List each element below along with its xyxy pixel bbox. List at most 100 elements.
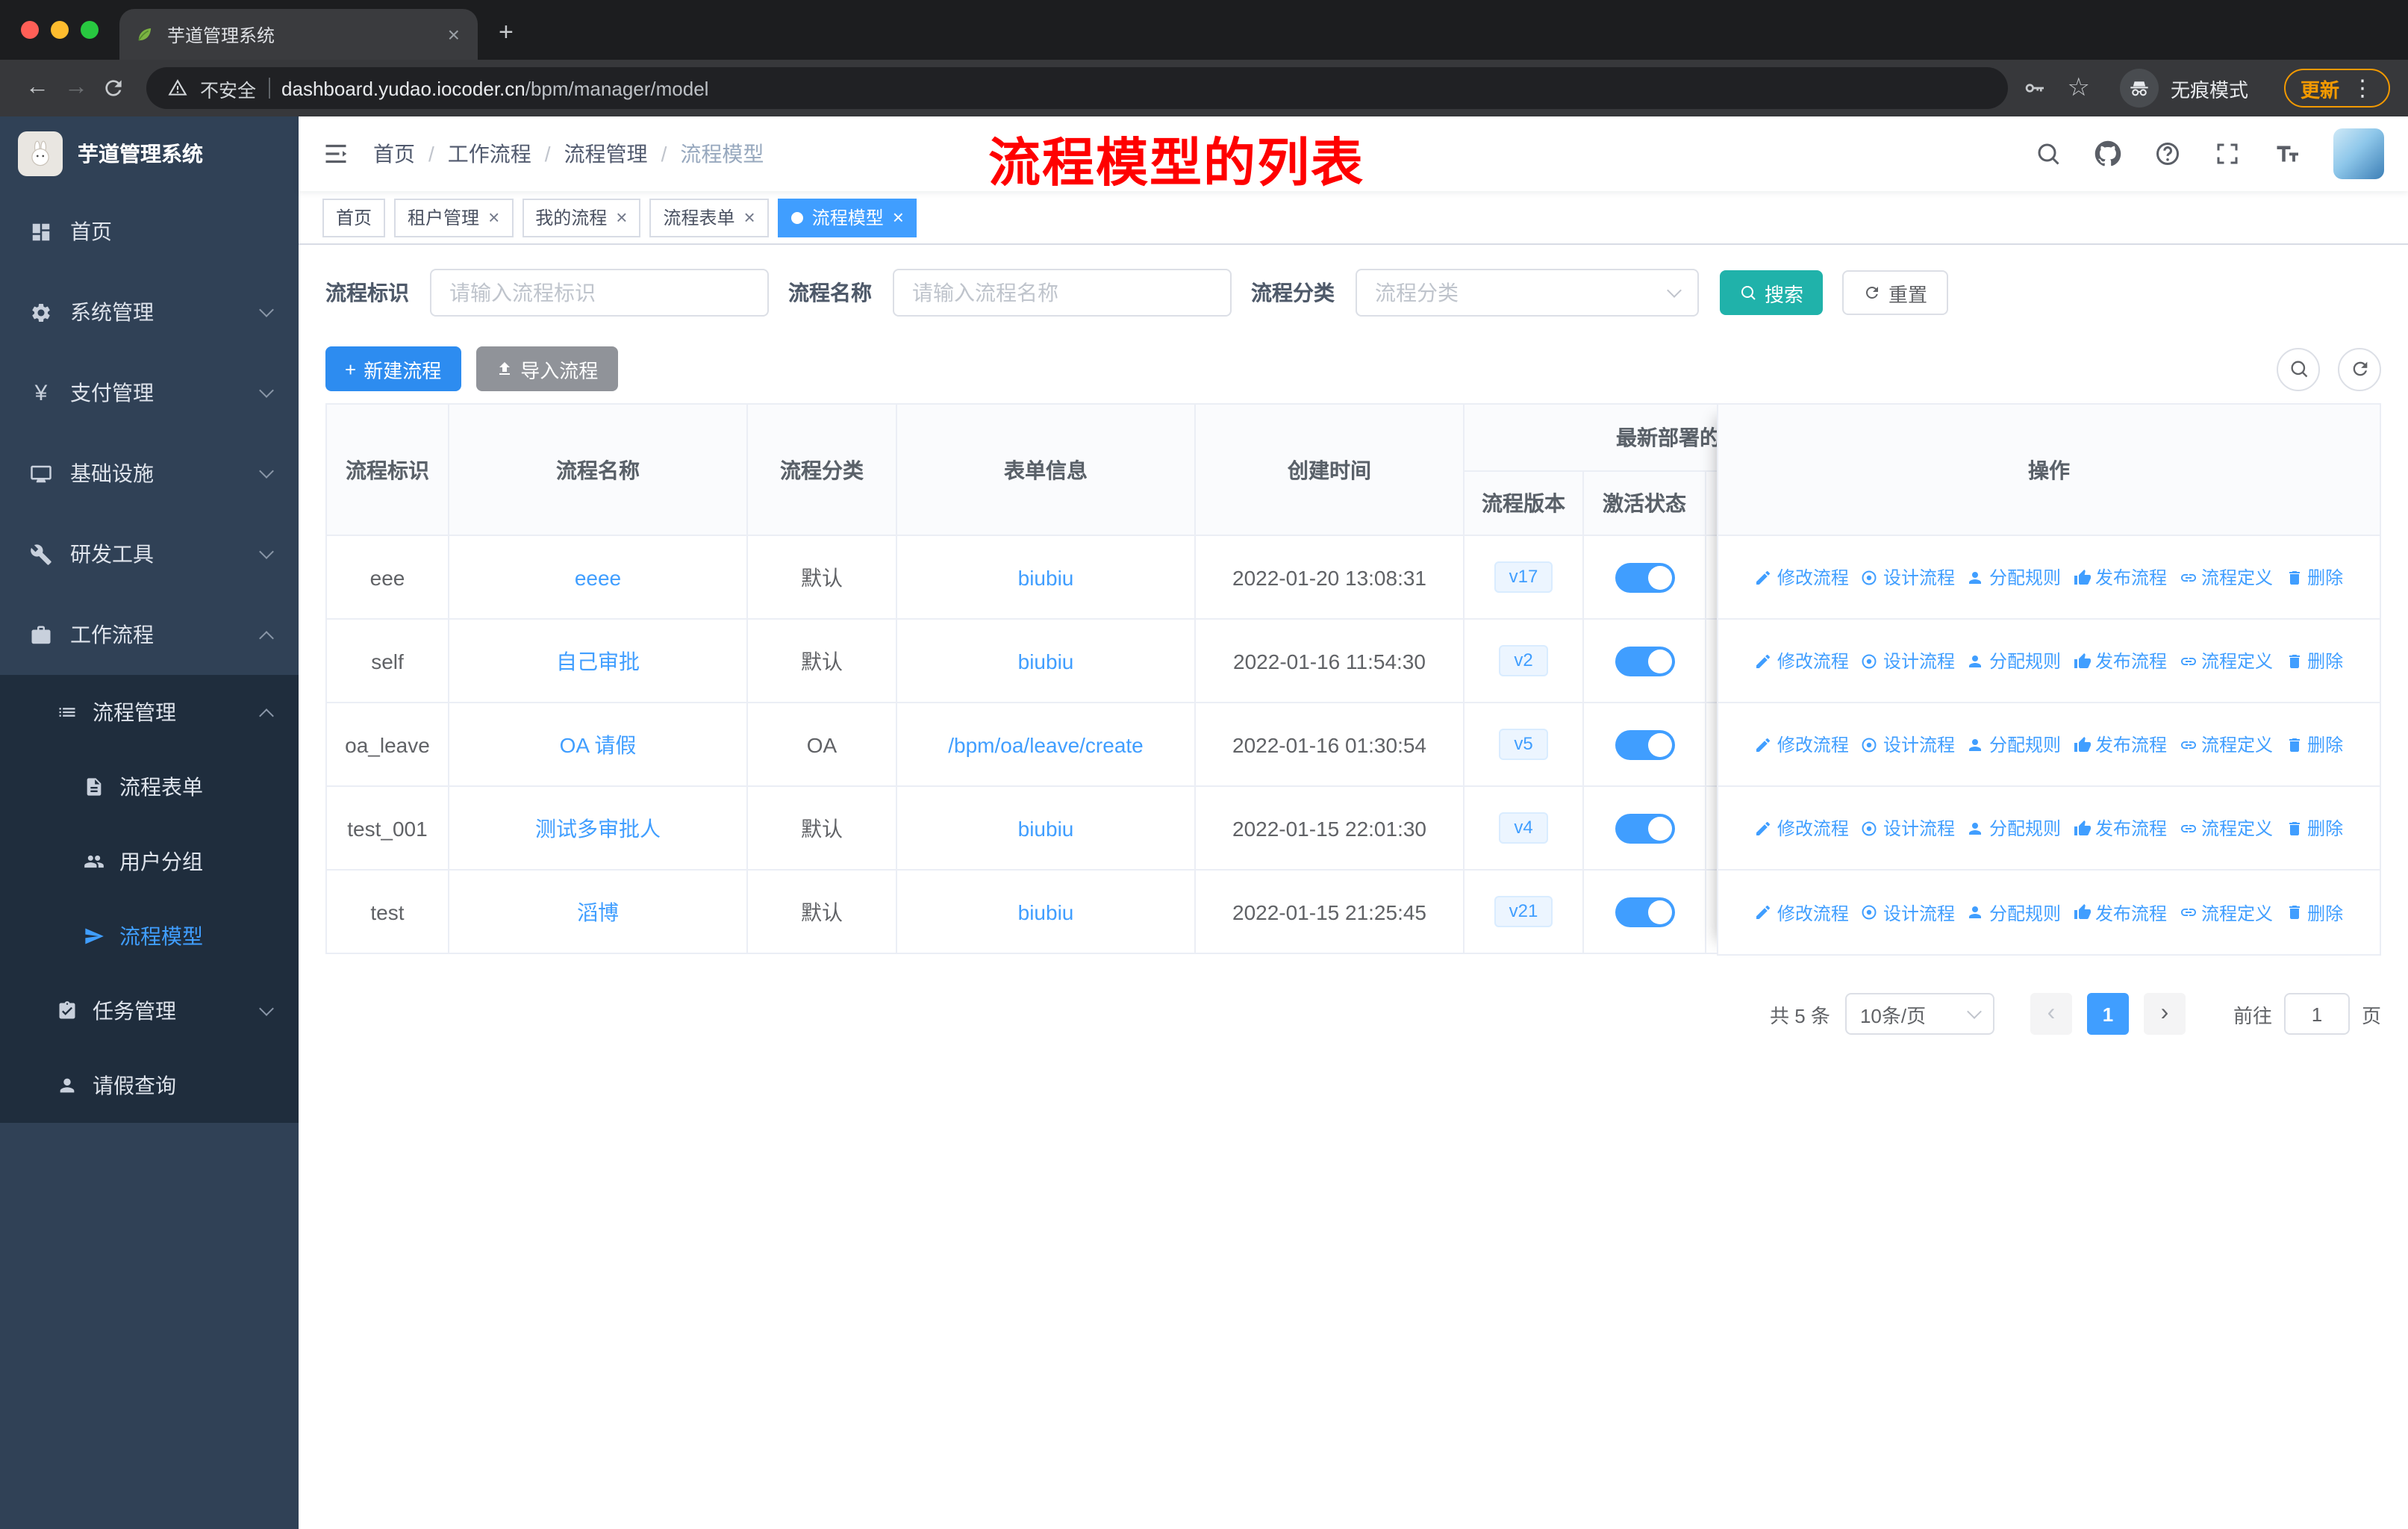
sidebar-fold-icon[interactable] — [322, 140, 349, 167]
github-icon[interactable] — [2094, 140, 2121, 167]
process-name-link[interactable]: 滔博 — [577, 900, 619, 924]
next-page-button[interactable]: › — [2143, 993, 2186, 1035]
tag-process-model[interactable]: 流程模型 × — [777, 198, 917, 237]
page-size-select[interactable]: 10条/页 — [1844, 993, 1994, 1035]
process-definition-link[interactable]: 流程定义 — [2179, 648, 2273, 673]
modify-process-link[interactable]: 修改流程 — [1755, 564, 1849, 590]
assign-rule-link[interactable]: 分配规则 — [1967, 732, 2061, 757]
sidebar-item-task-mgmt[interactable]: 任务管理 — [0, 974, 299, 1048]
tag-tenant-mgmt[interactable]: 租户管理 × — [394, 198, 514, 237]
bookmark-star-icon[interactable]: ☆ — [2067, 73, 2090, 103]
delete-link[interactable]: 删除 — [2285, 732, 2343, 757]
tag-home[interactable]: 首页 — [322, 198, 386, 237]
publish-process-link[interactable]: 发布流程 — [2073, 815, 2167, 841]
sidebar-item-process-form[interactable]: 流程表单 — [0, 750, 299, 824]
process-definition-link[interactable]: 流程定义 — [2179, 900, 2273, 925]
back-button[interactable]: ← — [18, 75, 57, 102]
form-info-link[interactable]: /bpm/oa/leave/create — [948, 732, 1144, 756]
browser-update-button[interactable]: 更新 ⋮ — [2283, 69, 2390, 108]
browser-tab[interactable]: 芋道管理系统 × — [119, 9, 478, 60]
page-number-current[interactable]: 1 — [2086, 993, 2129, 1035]
tag-my-process[interactable]: 我的流程 × — [522, 198, 641, 237]
delete-link[interactable]: 删除 — [2285, 648, 2343, 673]
search-icon[interactable] — [2035, 140, 2062, 167]
reload-button[interactable] — [102, 76, 125, 100]
sidebar-item-user-group[interactable]: 用户分组 — [0, 824, 299, 899]
process-category-select[interactable]: 流程分类 — [1356, 269, 1699, 317]
incognito-badge[interactable]: 无痕模式 — [2119, 69, 2248, 108]
help-icon[interactable] — [2154, 140, 2181, 167]
active-toggle[interactable] — [1615, 562, 1674, 592]
toggle-search-button[interactable] — [2277, 347, 2320, 390]
assign-rule-link[interactable]: 分配规则 — [1967, 564, 2061, 590]
active-toggle[interactable] — [1615, 897, 1674, 927]
window-close-button[interactable] — [21, 21, 39, 39]
address-bar[interactable]: 不安全 dashboard.yudao.iocoder.cn/bpm/manag… — [146, 67, 2008, 109]
delete-link[interactable]: 删除 — [2285, 815, 2343, 841]
active-toggle[interactable] — [1615, 646, 1674, 676]
process-name-input[interactable] — [893, 269, 1232, 317]
sidebar-item-home[interactable]: 首页 — [0, 191, 299, 272]
create-process-button[interactable]: + 新建流程 — [325, 346, 461, 391]
process-name-link[interactable]: 自己审批 — [556, 649, 640, 673]
sidebar-item-payment[interactable]: ¥ 支付管理 — [0, 352, 299, 433]
sidebar-item-process-model[interactable]: 流程模型 — [0, 899, 299, 974]
assign-rule-link[interactable]: 分配规则 — [1967, 648, 2061, 673]
password-key-icon[interactable] — [2022, 76, 2046, 100]
process-name-link[interactable]: eeee — [575, 565, 621, 589]
design-process-link[interactable]: 设计流程 — [1861, 732, 1955, 757]
sidebar-item-process-mgmt[interactable]: 流程管理 — [0, 675, 299, 750]
modify-process-link[interactable]: 修改流程 — [1755, 815, 1849, 841]
delete-link[interactable]: 删除 — [2285, 900, 2343, 925]
process-id-input[interactable] — [430, 269, 769, 317]
design-process-link[interactable]: 设计流程 — [1861, 648, 1955, 673]
tab-close-icon[interactable]: × — [445, 22, 463, 46]
tag-process-form[interactable]: 流程表单 × — [649, 198, 769, 237]
forward-button[interactable]: → — [57, 75, 96, 102]
process-name-link[interactable]: OA 请假 — [560, 732, 637, 756]
import-process-button[interactable]: 导入流程 — [475, 346, 618, 391]
tag-close-icon[interactable]: × — [744, 206, 755, 228]
tag-close-icon[interactable]: × — [616, 206, 627, 228]
assign-rule-link[interactable]: 分配规则 — [1967, 815, 2061, 841]
sidebar-item-devtools[interactable]: 研发工具 — [0, 514, 299, 594]
publish-process-link[interactable]: 发布流程 — [2073, 732, 2167, 757]
tag-close-icon[interactable]: × — [488, 206, 499, 228]
search-button[interactable]: 搜索 — [1720, 270, 1824, 315]
sidebar-item-leave-query[interactable]: 请假查询 — [0, 1048, 299, 1123]
sidebar-item-infrastructure[interactable]: 基础设施 — [0, 433, 299, 514]
browser-menu-icon[interactable]: ⋮ — [2351, 75, 2374, 102]
process-definition-link[interactable]: 流程定义 — [2179, 815, 2273, 841]
modify-process-link[interactable]: 修改流程 — [1755, 732, 1849, 757]
publish-process-link[interactable]: 发布流程 — [2073, 648, 2167, 673]
fullscreen-icon[interactable] — [2214, 140, 2241, 167]
tag-close-icon[interactable]: × — [893, 206, 904, 228]
process-name-link[interactable]: 测试多审批人 — [535, 816, 661, 840]
modify-process-link[interactable]: 修改流程 — [1755, 900, 1849, 925]
form-info-link[interactable]: biubiu — [1018, 816, 1074, 840]
form-info-link[interactable]: biubiu — [1018, 900, 1074, 924]
prev-page-button[interactable]: ‹ — [2030, 993, 2072, 1035]
form-info-link[interactable]: biubiu — [1018, 565, 1074, 589]
user-avatar[interactable] — [2333, 128, 2384, 179]
window-zoom-button[interactable] — [81, 21, 99, 39]
app-logo[interactable]: 芋道管理系统 — [0, 116, 299, 191]
publish-process-link[interactable]: 发布流程 — [2073, 564, 2167, 590]
breadcrumb-item[interactable]: 工作流程 — [448, 139, 531, 169]
text-size-icon[interactable] — [2274, 140, 2301, 167]
publish-process-link[interactable]: 发布流程 — [2073, 900, 2167, 925]
breadcrumb-item[interactable]: 首页 — [373, 139, 415, 169]
goto-page-input[interactable] — [2283, 993, 2350, 1035]
assign-rule-link[interactable]: 分配规则 — [1967, 900, 2061, 925]
delete-link[interactable]: 删除 — [2285, 564, 2343, 590]
reset-button[interactable]: 重置 — [1842, 270, 1949, 315]
design-process-link[interactable]: 设计流程 — [1861, 900, 1955, 925]
window-minimize-button[interactable] — [51, 21, 69, 39]
refresh-table-button[interactable] — [2338, 347, 2381, 390]
breadcrumb-item[interactable]: 流程管理 — [564, 139, 648, 169]
new-tab-button[interactable]: + — [499, 18, 514, 48]
active-toggle[interactable] — [1615, 813, 1674, 843]
modify-process-link[interactable]: 修改流程 — [1755, 648, 1849, 673]
process-definition-link[interactable]: 流程定义 — [2179, 732, 2273, 757]
design-process-link[interactable]: 设计流程 — [1861, 815, 1955, 841]
